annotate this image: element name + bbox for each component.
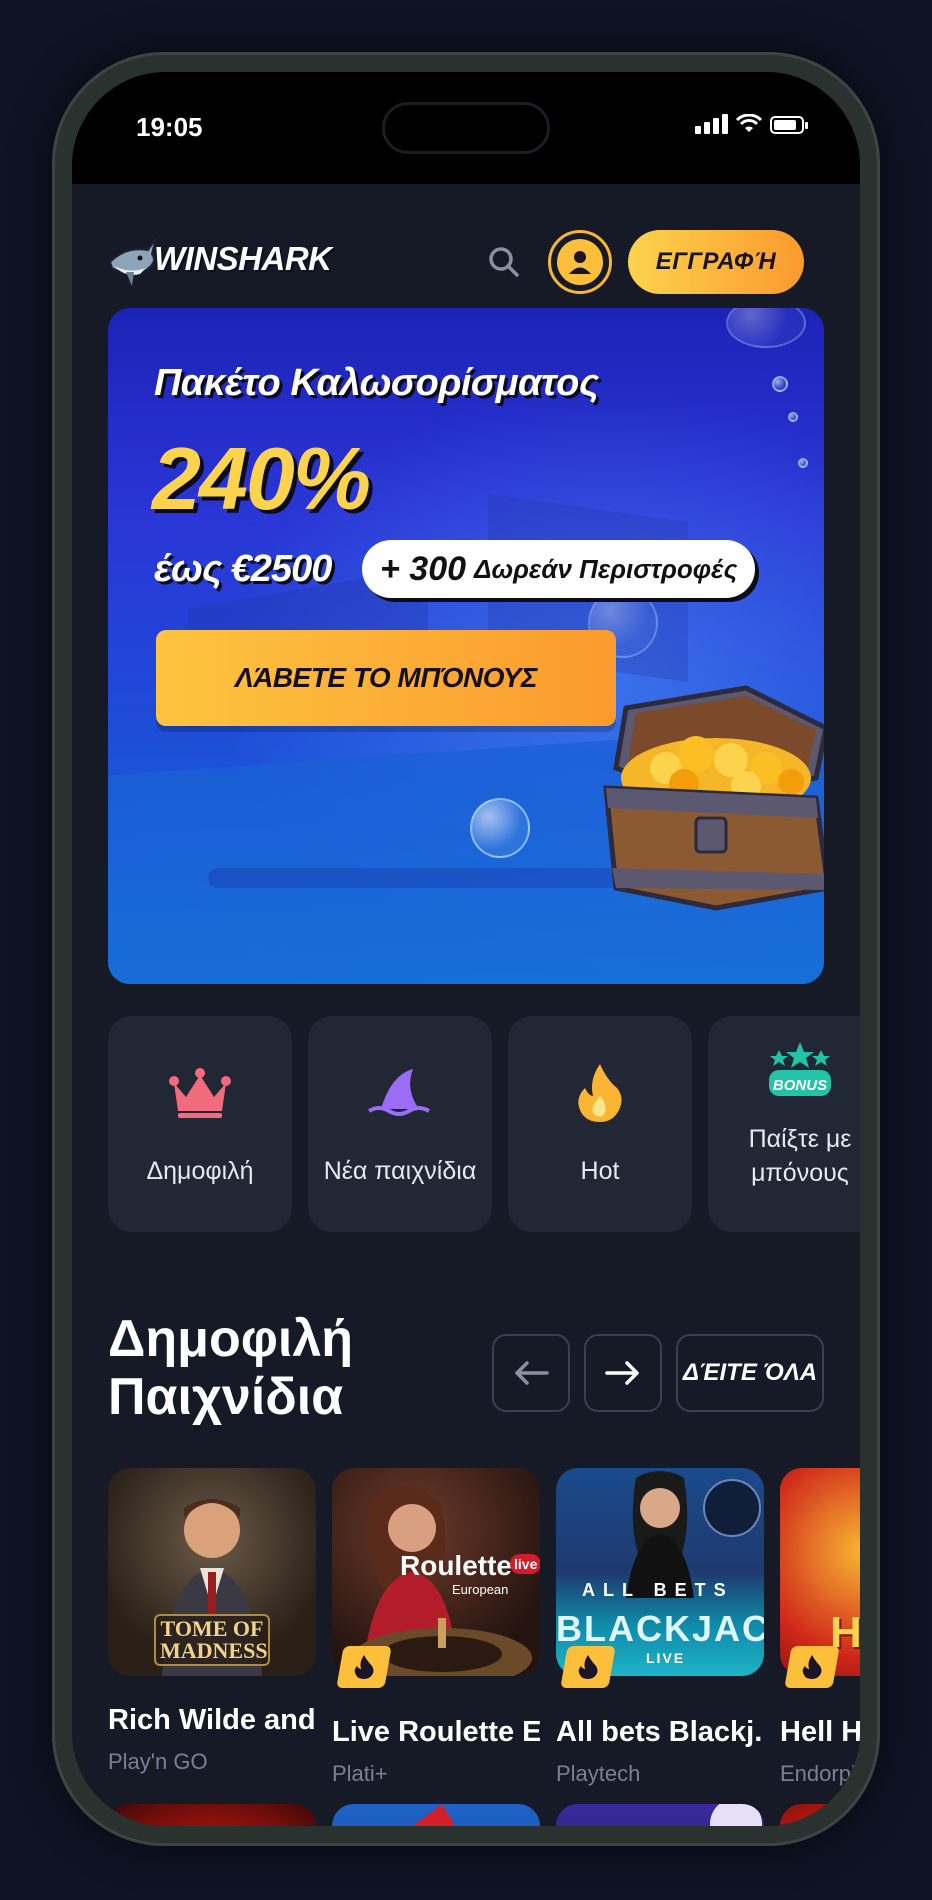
game-thumb-top: ALL BETS <box>582 1580 734 1600</box>
game-card[interactable]: Roulette live European Live Roulette E..… <box>332 1468 540 1787</box>
status-bar: 19:05 <box>72 72 860 184</box>
shark-logo-icon <box>108 237 157 286</box>
wolf-illustration <box>710 1804 762 1826</box>
game-provider: Endorphina <box>780 1761 860 1786</box>
game-title: Live Roulette E... <box>332 1716 540 1748</box>
wifi-icon <box>736 114 762 132</box>
prev-button[interactable] <box>492 1334 570 1412</box>
game-thumbnail[interactable] <box>556 1804 764 1826</box>
game-row-2 <box>108 1804 860 1826</box>
game-thumb-badge: live <box>510 1554 540 1574</box>
category-strip: Δημοφιλή Νέα παιχνίδια Hot BONUS Παίξτε … <box>108 1016 860 1232</box>
category-hot[interactable]: Hot <box>508 1016 692 1232</box>
game-thumbnail[interactable] <box>780 1804 860 1826</box>
category-label: Hot <box>580 1157 620 1185</box>
dynamic-island <box>382 102 550 154</box>
game-provider: Play'n GO <box>108 1749 208 1774</box>
game-thumbnail: ALL BETS BLACKJACK LIVE <box>556 1468 764 1676</box>
free-spins-badge: + 300 Δωρεάν Περιστροφές <box>362 540 756 598</box>
next-button[interactable] <box>584 1334 662 1412</box>
category-label: Δημοφιλή <box>146 1157 254 1185</box>
search-button[interactable] <box>484 242 524 282</box>
user-icon <box>557 239 603 285</box>
game-provider: Playtech <box>556 1761 641 1786</box>
game-title: All bets Blackj... <box>556 1716 764 1748</box>
category-label: Παίξτε με μπόνους <box>748 1125 852 1187</box>
game-thumb-title: TOME OF MADNESS <box>154 1614 270 1666</box>
see-all-button[interactable]: ΔΈΙΤΕ ΌΛΑ <box>676 1334 824 1412</box>
witch-illustration <box>412 1804 456 1826</box>
hot-badge <box>784 1646 840 1688</box>
bonus-badge-text: BONUS <box>772 1076 828 1094</box>
hot-badge <box>336 1646 392 1688</box>
welcome-banner[interactable]: Πακέτο Καλωσορίσματος 240% έως €2500 + 3… <box>108 308 824 984</box>
screen: 19:05 WINSHARK ΕΓΓΡΑΦΉ Πακέτο Καλωσορίσμ… <box>72 72 860 1826</box>
game-thumbnail[interactable] <box>332 1804 540 1826</box>
signal-icon <box>695 114 728 134</box>
login-button[interactable] <box>548 230 612 294</box>
game-thumbnail: HE <box>780 1468 860 1676</box>
game-thumbnail: Roulette live European <box>332 1468 540 1676</box>
game-thumb-title: Roulette <box>400 1550 512 1581</box>
flame-icon <box>578 1655 598 1679</box>
phone-frame: 19:05 WINSHARK ΕΓΓΡΑΦΉ Πακέτο Καλωσορίσμ… <box>52 52 880 1846</box>
banner-title: Πακέτο Καλωσορίσματος <box>154 362 599 404</box>
phone-bezel: 19:05 WINSHARK ΕΓΓΡΑΦΉ Πακέτο Καλωσορίσμ… <box>72 72 860 1826</box>
bubble-decoration <box>788 412 798 422</box>
bubble-decoration <box>798 458 808 468</box>
game-thumb-title: BLACKJACK <box>556 1608 764 1649</box>
bubble-decoration <box>726 308 806 348</box>
banner-up-to: έως €2500 <box>154 548 332 590</box>
flame-icon <box>354 1655 374 1679</box>
site-header: WINSHARK ΕΓΓΡΑΦΉ <box>72 184 860 304</box>
bubble-decoration <box>772 376 788 392</box>
game-card[interactable]: HE Hell Hot Endorphina <box>780 1468 860 1787</box>
crown-icon <box>165 1062 235 1124</box>
game-thumb-subtitle: European <box>452 1582 509 1597</box>
game-thumbnail[interactable] <box>108 1804 316 1826</box>
free-spins-count: + 300 <box>380 549 467 588</box>
game-title: Rich Wilde and... <box>108 1704 316 1736</box>
bubble-decoration <box>470 798 530 858</box>
game-row: TOME OF MADNESS Rich Wilde and... Play'n… <box>108 1468 860 1787</box>
category-label: Νέα παιχνίδια <box>323 1157 477 1185</box>
flame-icon <box>802 1655 822 1679</box>
arrow-right-icon <box>605 1361 639 1385</box>
game-card[interactable]: TOME OF MADNESS Rich Wilde and... Play'n… <box>108 1468 316 1787</box>
category-play-with-bonus[interactable]: BONUS Παίξτε με μπόνους <box>708 1016 860 1232</box>
treasure-chest-icon <box>603 685 824 911</box>
category-new-games[interactable]: Νέα παιχνίδια <box>308 1016 492 1232</box>
game-title: Hell Hot <box>780 1716 860 1748</box>
shark-fin-icon <box>365 1062 435 1124</box>
game-thumbnail: TOME OF MADNESS <box>108 1468 316 1676</box>
hot-badge <box>560 1646 616 1688</box>
game-thumb-subtitle: LIVE <box>646 1650 686 1666</box>
free-spins-text: Δωρεάν Περιστροφές <box>474 553 738 584</box>
register-button[interactable]: ΕΓΓΡΑΦΉ <box>628 230 804 294</box>
banner-percent: 240% <box>152 429 371 528</box>
category-popular[interactable]: Δημοφιλή <box>108 1016 292 1232</box>
battery-icon <box>770 116 808 134</box>
search-icon <box>489 247 519 277</box>
status-icons <box>695 114 808 134</box>
game-provider: Plati+ <box>332 1761 388 1786</box>
bonus-icon: BONUS <box>765 1040 835 1102</box>
game-card[interactable]: ALL BETS BLACKJACK LIVE All bets Blackj.… <box>556 1468 764 1787</box>
logo[interactable]: WINSHARK <box>106 228 332 290</box>
claim-bonus-button[interactable]: ΛΆΒΕΤΕ ΤΟ ΜΠΌΝΟΥΣ <box>156 630 616 726</box>
logo-text: WINSHARK <box>154 240 332 277</box>
arrow-left-icon <box>515 1361 549 1385</box>
status-time: 19:05 <box>136 112 203 142</box>
section-title: Δημοφιλή Παιχνίδια <box>108 1310 354 1426</box>
flame-icon <box>565 1062 635 1124</box>
